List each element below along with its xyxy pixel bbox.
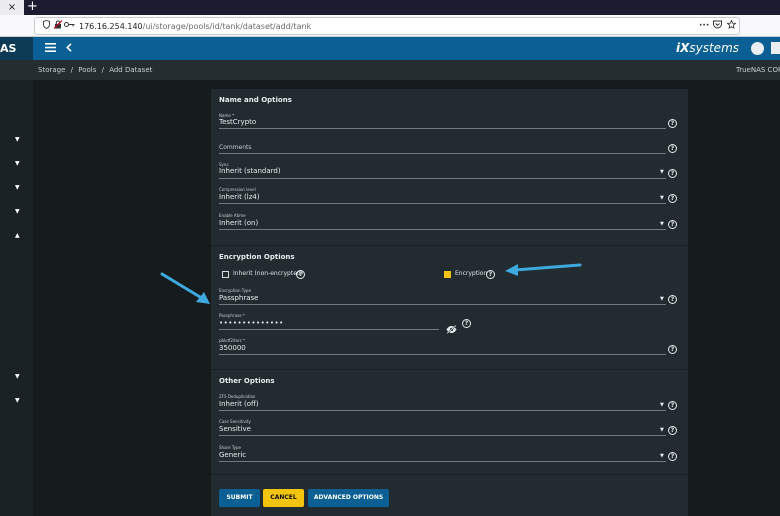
annotation-arrows bbox=[160, 263, 582, 304]
annotation-arrow-encryption-type bbox=[160, 272, 210, 304]
annotation-arrow-encryption-checkbox bbox=[505, 263, 582, 276]
